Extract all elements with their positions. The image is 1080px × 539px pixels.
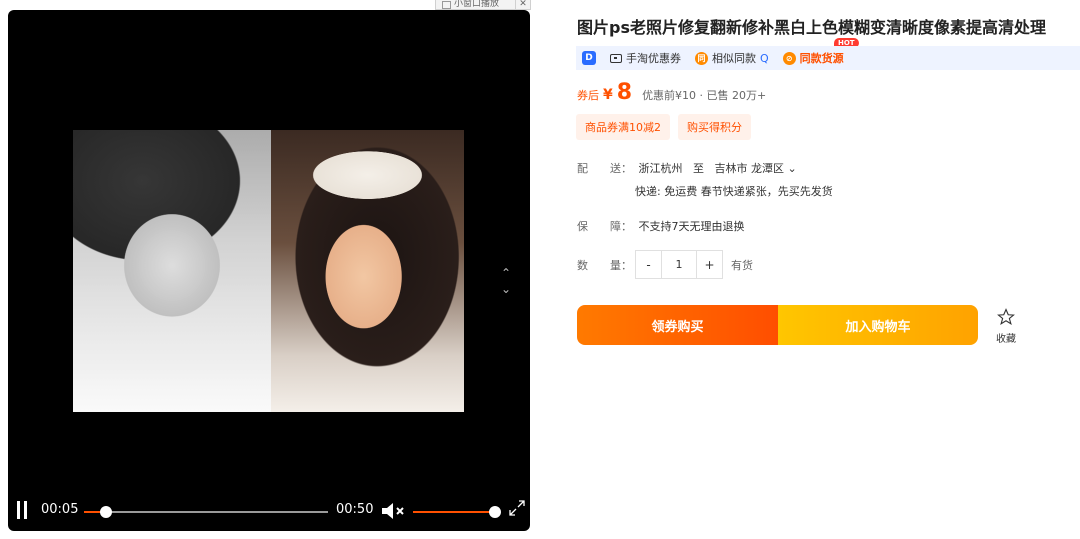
price-label: 券后 [577,89,599,102]
volume-knob[interactable] [489,506,501,518]
tag-bar: D 手淘优惠券 同 相似同款 Q ⊘ 同款货源 [576,46,1080,70]
volume-slider[interactable] [413,506,501,518]
shipping-label: 配 送： [577,162,632,175]
similar-icon: 同 [695,51,708,65]
guarantee-value: 不支持7天无理由退换 [638,220,745,233]
pause-icon[interactable] [16,501,28,519]
source-tag[interactable]: ⊘ 同款货源 [782,50,844,66]
favorite-label: 收藏 [996,334,1016,345]
stock-status: 有货 [731,258,753,272]
promo-coupon[interactable]: 商品券满10减2 [576,114,670,140]
player-controls: 00:05 00:50 [8,491,530,531]
buy-button[interactable]: 领券购买 [577,305,778,345]
taobao-logo-icon: D [582,51,596,65]
source-icon: ⊘ [782,51,796,65]
similar-label: 相似同款 [712,52,756,65]
source-label: 同款货源 [799,52,844,65]
price-value: 8 [616,80,633,105]
coupon-tag[interactable]: 手淘优惠券 [610,50,681,66]
video-player[interactable]: ⌃ ⌄ 00:05 00:50 [8,10,530,531]
fullscreen-icon[interactable] [508,499,526,517]
volume-fill [413,511,495,513]
promo-points[interactable]: 购买得积分 [678,114,751,140]
quantity-input[interactable]: 1 [661,251,697,278]
shipping-row: 配 送： 浙江杭州 至 吉林市 龙潭区 ⌄ [577,160,797,176]
price-extra: 优惠前¥10 · 已售 20万+ [642,89,767,102]
before-after-photo [73,130,464,412]
close-icon[interactable]: ✕ [515,0,530,9]
coupon-label: 手淘优惠券 [626,52,681,65]
shipping-destination[interactable]: 吉林市 龙潭区 [715,162,785,175]
price-currency: ¥ [603,87,613,103]
guarantee-row: 保 障： 不支持7天无理由退换 [577,218,745,234]
mini-window-toggle[interactable]: 小窗口播放 ✕ [435,0,531,10]
guarantee-label: 保 障： [577,220,632,233]
quantity-label: 数 量： [577,258,632,272]
chevron-down-icon[interactable]: ⌄ [499,281,513,297]
progress-knob[interactable] [99,506,112,518]
chevron-up-icon[interactable]: ⌃ [499,265,513,281]
shipping-detail: 快递: 免运费 春节快递紧张，先买先发货 [635,185,833,198]
photo-before [73,130,271,412]
photo-after [271,130,464,412]
quantity-minus-button[interactable]: - [636,258,661,272]
favorite-button[interactable]: 收藏 [994,308,1018,345]
side-scroll-arrows: ⌃ ⌄ [499,265,513,301]
shipping-from: 浙江杭州 [638,162,683,175]
add-to-cart-button[interactable]: 加入购物车 [778,305,978,345]
purchase-buttons: 领券购买 加入购物车 [577,305,978,345]
progress-bar[interactable] [84,506,328,518]
price-row: 券后 ¥ 8 优惠前¥10 · 已售 20万+ [577,80,766,105]
chevron-down-icon[interactable]: ⌄ [788,162,797,175]
duration-time: 00:50 [336,502,374,517]
mini-window-icon [442,0,451,9]
star-icon [997,308,1015,325]
coupon-icon [610,53,622,63]
current-time: 00:05 [41,502,79,517]
product-title: 图片ps老照片修复翻新修补黑白上色模糊变清晰度像素提高清处理 [577,18,1046,37]
volume-muted-icon[interactable] [380,501,406,521]
search-icon: Q [760,51,769,65]
promo-tags: 商品券满10减2 购买得积分 [576,114,751,140]
quantity-row: 数 量： - 1 + 有货 [577,250,753,279]
shipping-to-word: 至 [693,162,704,175]
taobao-logo[interactable]: D [582,51,596,65]
mini-window-label: 小窗口播放 [454,0,500,9]
similar-tag[interactable]: 同 相似同款 Q [695,50,769,66]
quantity-plus-button[interactable]: + [697,258,722,272]
quantity-stepper: - 1 + [635,250,723,279]
